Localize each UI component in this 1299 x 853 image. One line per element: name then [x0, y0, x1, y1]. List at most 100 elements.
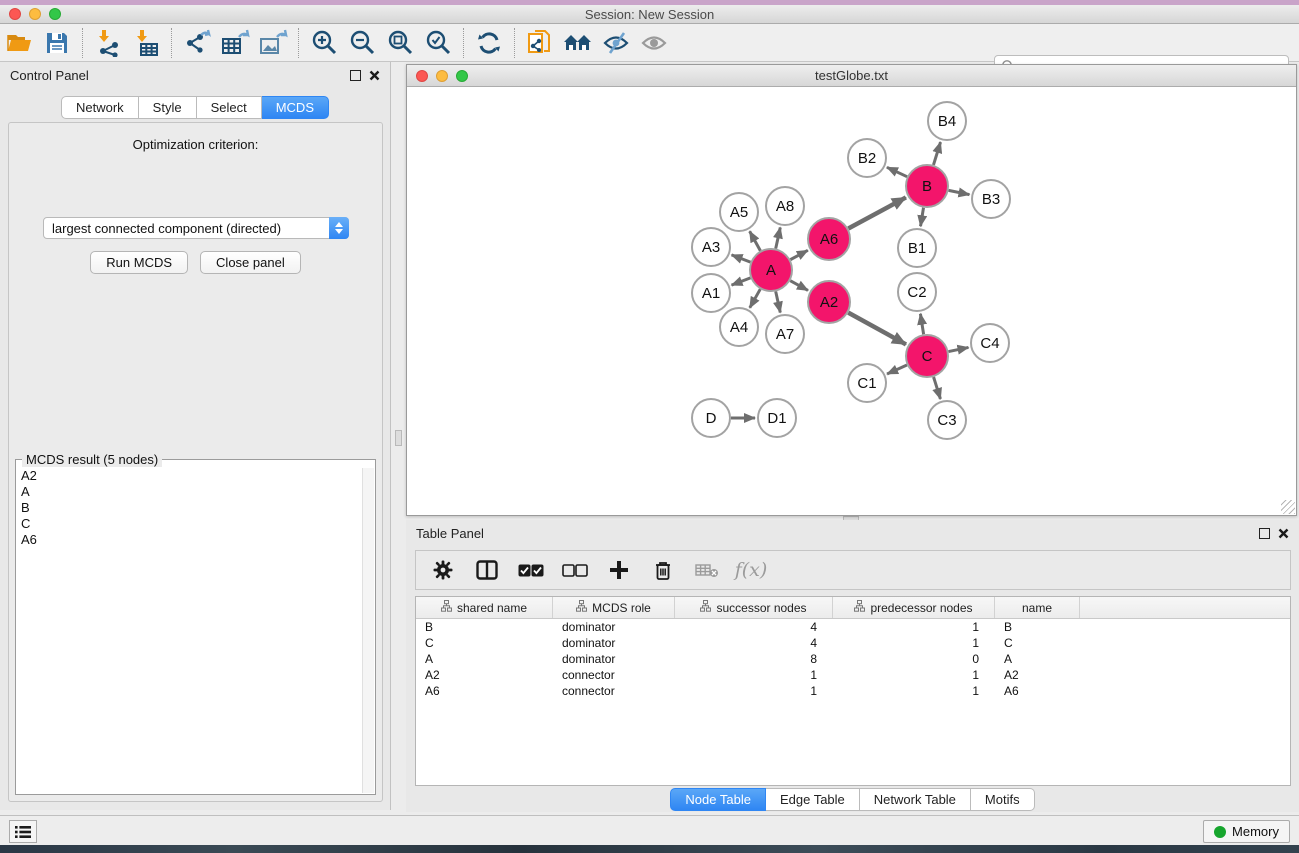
export-image-icon[interactable]	[254, 27, 292, 59]
edge-A-A2[interactable]	[790, 281, 808, 291]
node-A8[interactable]: A8	[766, 187, 804, 225]
float-panel-icon[interactable]	[350, 70, 361, 81]
tab-edge-table[interactable]: Edge Table	[766, 788, 860, 811]
edge-B-B1[interactable]	[921, 208, 924, 227]
tab-node-table[interactable]: Node Table	[670, 788, 766, 811]
zoom-in-icon[interactable]	[305, 27, 343, 59]
node-C3[interactable]: C3	[928, 401, 966, 439]
node-A6[interactable]: A6	[808, 218, 850, 260]
network-from-file-icon[interactable]	[521, 27, 559, 59]
mcds-result-item[interactable]: A	[17, 484, 362, 500]
mcds-result-item[interactable]: C	[17, 516, 362, 532]
tab-select[interactable]: Select	[197, 96, 262, 119]
tab-style[interactable]: Style	[139, 96, 197, 119]
home-layout-icon[interactable]	[559, 27, 597, 59]
window-resize-grip[interactable]	[1281, 500, 1295, 514]
table-row[interactable]: Bdominator41B	[416, 619, 1290, 635]
control-panel: Control Panel NetworkStyleSelectMCDS Opt…	[0, 62, 391, 810]
node-label: B2	[858, 150, 876, 167]
edge-C-C4[interactable]	[949, 347, 969, 351]
node-A2[interactable]: A2	[808, 281, 850, 323]
open-session-icon[interactable]	[0, 27, 38, 59]
select-all-icon[interactable]	[514, 554, 548, 586]
edge-A2-C[interactable]	[848, 313, 906, 345]
edge-C-C3[interactable]	[934, 377, 941, 399]
node-B2[interactable]: B2	[848, 139, 886, 177]
column-header-name[interactable]: name	[995, 597, 1080, 618]
settings-gear-icon[interactable]	[426, 554, 460, 586]
node-C1[interactable]: C1	[848, 364, 886, 402]
run-mcds-button[interactable]: Run MCDS	[90, 251, 188, 274]
node-A5[interactable]: A5	[720, 193, 758, 231]
add-column-icon[interactable]	[602, 554, 636, 586]
edge-B-B2[interactable]	[887, 167, 907, 176]
edge-A-A6[interactable]	[790, 250, 807, 259]
close-table-panel-icon[interactable]	[1278, 528, 1289, 539]
node-C[interactable]: C	[906, 335, 948, 377]
node-B[interactable]: B	[906, 165, 948, 207]
task-history-button[interactable]	[9, 820, 37, 843]
tab-motifs[interactable]: Motifs	[971, 788, 1035, 811]
mcds-result-item[interactable]: A6	[17, 532, 362, 548]
export-table-icon[interactable]	[216, 27, 254, 59]
hide-details-icon[interactable]	[597, 27, 635, 59]
edge-A-A5[interactable]	[750, 231, 761, 250]
node-A[interactable]: A	[750, 249, 792, 291]
mcds-result-item[interactable]: B	[17, 500, 362, 516]
edge-B-B3[interactable]	[949, 190, 970, 194]
node-B1[interactable]: B1	[898, 229, 936, 267]
delete-column-icon[interactable]	[646, 554, 680, 586]
network-window-titlebar[interactable]: testGlobe.txt	[407, 65, 1296, 87]
memory-button[interactable]: Memory	[1203, 820, 1290, 843]
column-header-successor-nodes[interactable]: successor nodes	[675, 597, 833, 618]
network-canvas[interactable]: B4 B2 B B3 A8A5 A6 B1 A3 A A1 C2 A2 A4A7 C4 C C1 C3 D D1	[407, 87, 1296, 515]
column-header-predecessor-nodes[interactable]: predecessor nodes	[833, 597, 995, 618]
edge-A-A1[interactable]	[732, 278, 751, 285]
tab-network[interactable]: Network	[61, 96, 139, 119]
unselect-all-icon[interactable]	[558, 554, 592, 586]
tab-network-table[interactable]: Network Table	[860, 788, 971, 811]
vertical-splitter-handle[interactable]	[395, 430, 402, 446]
node-A1[interactable]: A1	[692, 274, 730, 312]
zoom-out-icon[interactable]	[343, 27, 381, 59]
node-A7[interactable]: A7	[766, 315, 804, 353]
mcds-result-item[interactable]: A2	[17, 468, 362, 484]
save-session-icon[interactable]	[38, 27, 76, 59]
zoom-fit-icon[interactable]	[381, 27, 419, 59]
edge-A-A3[interactable]	[732, 255, 751, 262]
import-network-icon[interactable]	[89, 27, 127, 59]
show-column-icon[interactable]	[470, 554, 504, 586]
float-table-panel-icon[interactable]	[1259, 528, 1270, 539]
column-header-shared-name[interactable]: shared name	[416, 597, 553, 618]
node-A3[interactable]: A3	[692, 228, 730, 266]
node-D[interactable]: D	[692, 399, 730, 437]
edge-A-A7[interactable]	[776, 291, 781, 312]
import-table-icon[interactable]	[127, 27, 165, 59]
close-panel-button[interactable]: Close panel	[200, 251, 301, 274]
table-row[interactable]: Adominator80A	[416, 651, 1290, 667]
edge-A-A4[interactable]	[750, 289, 760, 308]
show-details-icon[interactable]	[635, 27, 673, 59]
edge-A6-B[interactable]	[848, 197, 906, 228]
table-row[interactable]: A2connector11A2	[416, 667, 1290, 683]
result-list-scrollbar[interactable]	[362, 468, 374, 793]
optimization-criterion-select[interactable]: largest connected component (directed)	[43, 217, 349, 239]
close-panel-icon[interactable]	[369, 70, 380, 81]
node-D1[interactable]: D1	[758, 399, 796, 437]
node-A4[interactable]: A4	[720, 308, 758, 346]
node-B3[interactable]: B3	[972, 180, 1010, 218]
edge-B-B4[interactable]	[933, 142, 940, 165]
node-C2[interactable]: C2	[898, 273, 936, 311]
zoom-selected-icon[interactable]	[419, 27, 457, 59]
table-row[interactable]: A6connector11A6	[416, 683, 1290, 699]
node-B4[interactable]: B4	[928, 102, 966, 140]
edge-A-A8[interactable]	[776, 227, 781, 248]
node-C4[interactable]: C4	[971, 324, 1009, 362]
tab-mcds[interactable]: MCDS	[262, 96, 329, 119]
edge-C-C2[interactable]	[920, 314, 923, 335]
column-header-mcds-role[interactable]: MCDS role	[553, 597, 675, 618]
refresh-icon[interactable]	[470, 27, 508, 59]
table-row[interactable]: Cdominator41C	[416, 635, 1290, 651]
edge-C-C1[interactable]	[887, 365, 907, 374]
export-network-icon[interactable]	[178, 27, 216, 59]
